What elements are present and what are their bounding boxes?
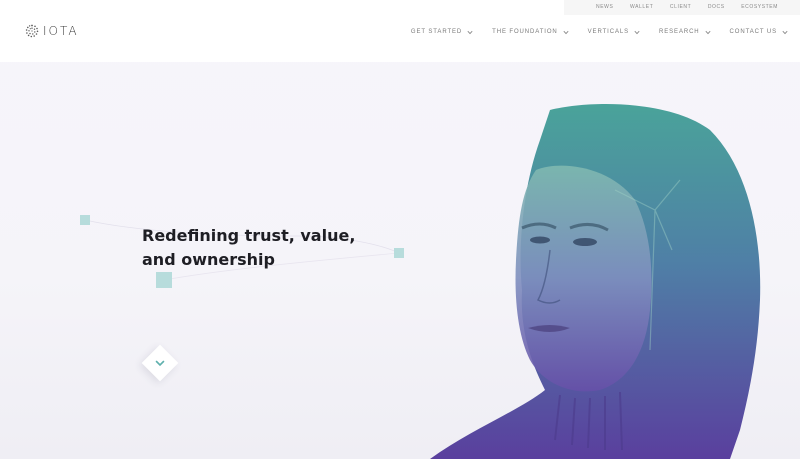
hero-headline-line: and ownership <box>142 250 275 269</box>
site-logo[interactable]: IOTA <box>25 24 79 38</box>
network-node-square <box>156 272 172 288</box>
site-header: NEWS WALLET CLIENT DOCS ECOSYSTEM IOTA G… <box>0 0 800 62</box>
nav-item-the-foundation[interactable]: THE FOUNDATION <box>492 29 569 35</box>
nav-item-label: VERTICALS <box>587 29 629 35</box>
nav-item-label: RESEARCH <box>659 29 700 35</box>
nav-item-verticals[interactable]: VERTICALS <box>588 29 640 35</box>
chevron-down-icon <box>782 30 788 34</box>
nav-item-label: THE FOUNDATION <box>492 29 558 35</box>
nav-item-label: CONTACT US <box>729 29 777 35</box>
chevron-down-icon <box>705 30 711 34</box>
iota-logo-icon <box>25 24 39 38</box>
scroll-down-button[interactable] <box>141 344 179 382</box>
chevron-down-icon <box>467 30 473 34</box>
utility-link-client[interactable]: CLIENT <box>670 0 691 15</box>
nav-item-get-started[interactable]: GET STARTED <box>411 29 473 35</box>
chevron-down-icon <box>155 360 165 367</box>
utility-link-ecosystem[interactable]: ECOSYSTEM <box>741 0 778 15</box>
hero-headline-line: Redefining trust, value, <box>142 226 356 245</box>
hero-portrait-image <box>430 104 761 459</box>
nav-item-label: GET STARTED <box>410 29 463 35</box>
utility-link-docs[interactable]: DOCS <box>708 0 725 15</box>
nav-item-research[interactable]: RESEARCH <box>659 29 711 35</box>
main-nav: GET STARTED THE FOUNDATION VERTICALS RES… <box>411 29 788 35</box>
nav-item-contact-us[interactable]: CONTACT US <box>730 29 788 35</box>
utility-link-news[interactable]: NEWS <box>596 0 613 15</box>
chevron-down-icon <box>563 30 569 34</box>
network-node-square <box>80 215 90 225</box>
hero-headline: Redefining trust, value, and ownership <box>142 224 402 272</box>
utility-bar: NEWS WALLET CLIENT DOCS ECOSYSTEM <box>564 0 800 15</box>
logo-wordmark: IOTA <box>43 24 79 38</box>
chevron-down-icon <box>634 30 640 34</box>
utility-link-wallet[interactable]: WALLET <box>630 0 653 15</box>
